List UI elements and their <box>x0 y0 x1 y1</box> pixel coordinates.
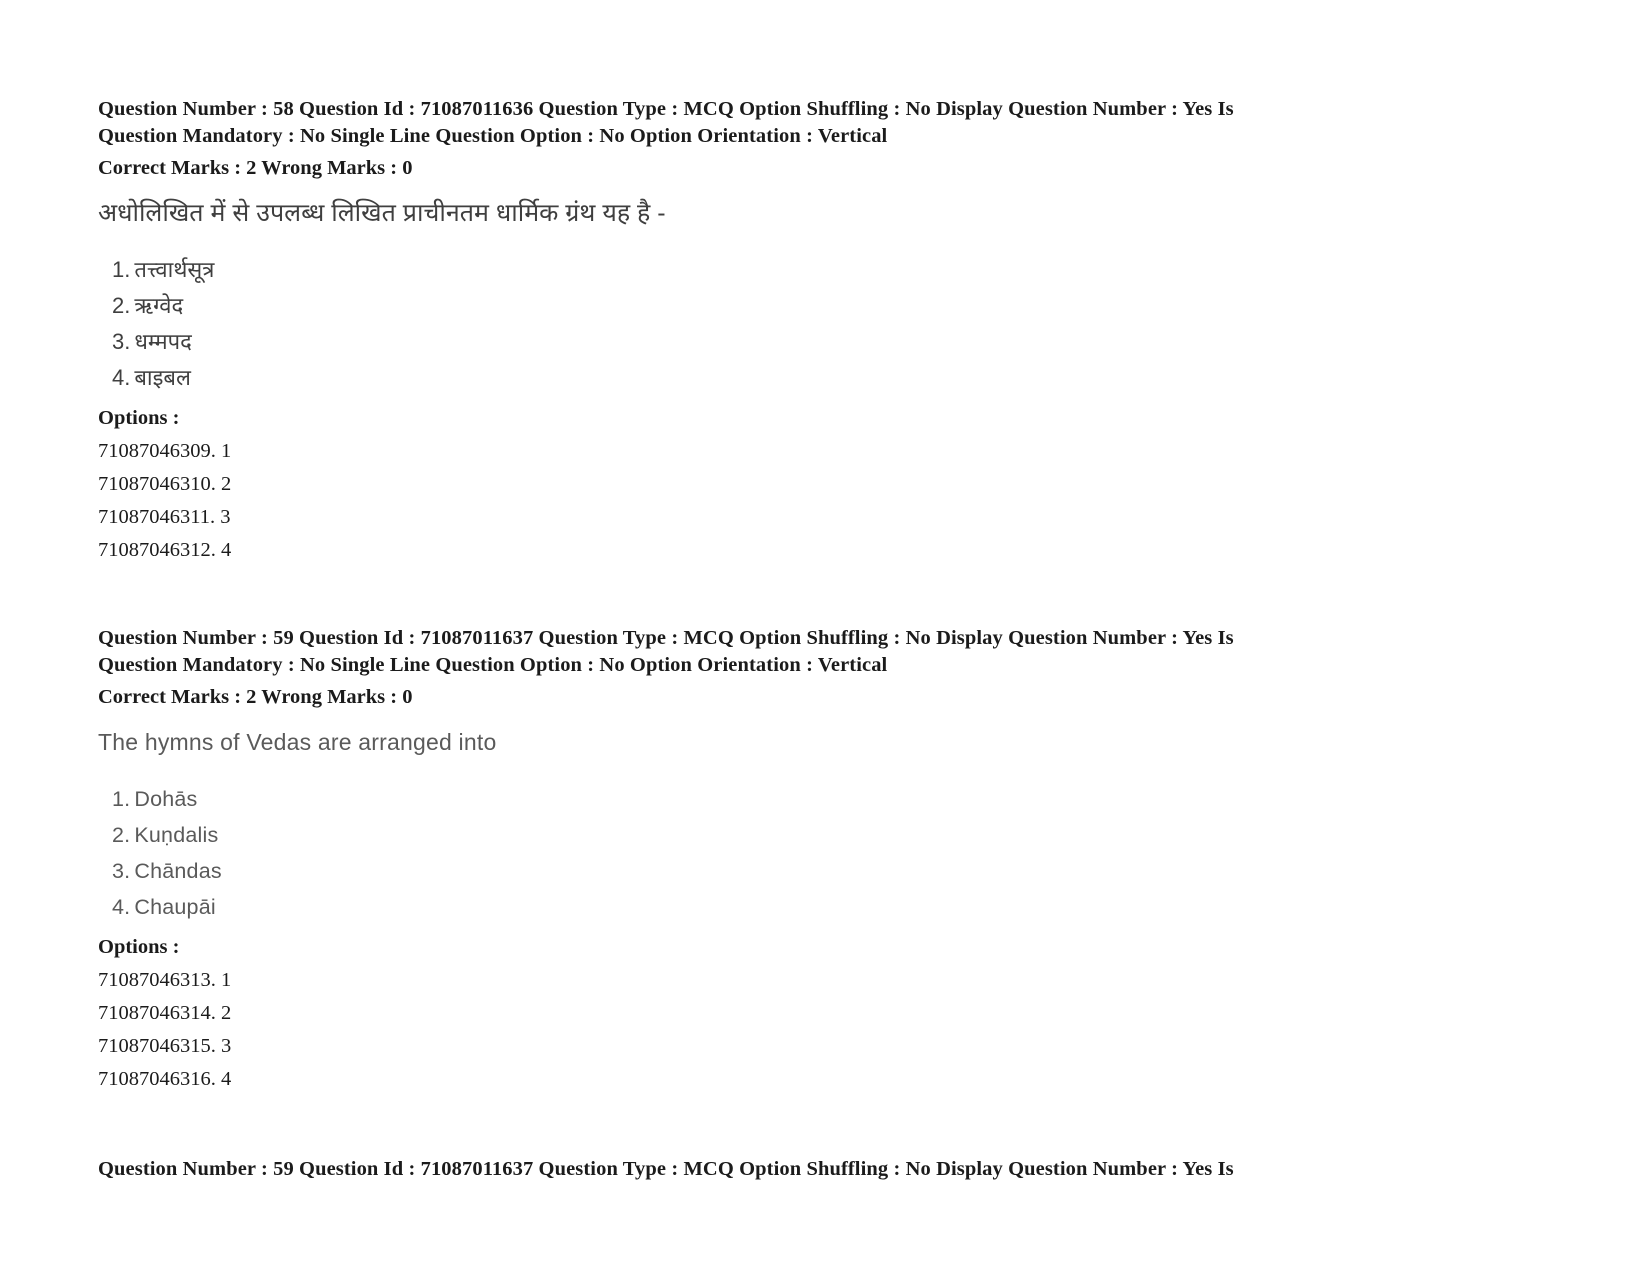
choice-list-59: 1. Dohās 2. Kuṇdalis 3. Chāndas 4. Chaupāi <box>98 781 1518 925</box>
question-metadata-59: Question Number : 59 Question Id : 71087… <box>98 625 1513 679</box>
choice-item: 1. तत्त्वार्थसूत्र <box>112 252 1518 288</box>
choice-number: 1. <box>112 787 131 811</box>
option-id-row: 71087046312. 4 <box>98 539 232 561</box>
choice-item: 4. बाइबल <box>112 360 1518 396</box>
choice-list-58: 1. तत्त्वार्थसूत्र 2. ऋग्वेद 3. धम्मपद 4. बा… <box>98 252 1518 396</box>
question-stem-59: The hymns of Vedas are arranged into <box>98 729 497 755</box>
choice-text: Chāndas <box>134 859 222 883</box>
option-id-row: 71087046310. 2 <box>98 473 232 495</box>
option-id-row: 71087046311. 3 <box>98 506 231 528</box>
marks-line-59: Correct Marks : 2 Wrong Marks : 0 <box>98 686 413 708</box>
marks-line-58: Correct Marks : 2 Wrong Marks : 0 <box>98 157 413 179</box>
choice-text: Dohās <box>134 787 198 811</box>
options-label-59: Options : <box>98 936 180 958</box>
choice-number: 1. <box>112 257 131 282</box>
choice-number: 3. <box>112 329 131 354</box>
metadata-line-2: Question Mandatory : No Single Line Ques… <box>98 654 888 676</box>
choice-text: Kuṇdalis <box>134 823 219 847</box>
metadata-line-1: Question Number : 58 Question Id : 71087… <box>98 98 1234 120</box>
document-content: Question Number : 58 Question Id : 71087… <box>98 96 1518 1183</box>
choice-number: 4. <box>112 365 131 390</box>
option-id-row: 71087046314. 2 <box>98 1002 232 1024</box>
option-id-row: 71087046309. 1 <box>98 440 232 462</box>
choice-item: 1. Dohās <box>112 781 1518 817</box>
document-page: Question Number : 58 Question Id : 71087… <box>0 0 1650 1275</box>
choice-number: 3. <box>112 859 131 883</box>
metadata-line-1: Question Number : 59 Question Id : 71087… <box>98 1158 1234 1180</box>
choice-text: बाइबल <box>134 365 191 390</box>
option-id-row: 71087046313. 1 <box>98 969 232 991</box>
option-id-row: 71087046316. 4 <box>98 1068 232 1090</box>
choice-text: तत्त्वार्थसूत्र <box>134 257 215 282</box>
choice-item: 3. धम्मपद <box>112 324 1518 360</box>
choice-item: 2. ऋग्वेद <box>112 288 1518 324</box>
choice-text: Chaupāi <box>134 895 216 919</box>
choice-number: 4. <box>112 895 131 919</box>
choice-text: धम्मपद <box>134 329 192 354</box>
choice-item: 3. Chāndas <box>112 853 1518 889</box>
metadata-line-2: Question Mandatory : No Single Line Ques… <box>98 125 888 147</box>
question-block-59: Question Number : 59 Question Id : 71087… <box>98 625 1518 1096</box>
question-stem-58: अधोलिखित में से उपलब्ध लिखित प्राचीनतम ध… <box>98 199 666 227</box>
question-block-58: Question Number : 58 Question Id : 71087… <box>98 96 1518 567</box>
choice-text: ऋग्वेद <box>134 293 184 318</box>
options-label-58: Options : <box>98 407 180 429</box>
metadata-line-1: Question Number : 59 Question Id : 71087… <box>98 627 1234 649</box>
question-metadata-58: Question Number : 58 Question Id : 71087… <box>98 96 1513 150</box>
trailing-metadata: Question Number : 59 Question Id : 71087… <box>98 1156 1513 1183</box>
option-id-row: 71087046315. 3 <box>98 1035 232 1057</box>
choice-item: 2. Kuṇdalis <box>112 817 1518 853</box>
choice-number: 2. <box>112 293 131 318</box>
choice-item: 4. Chaupāi <box>112 889 1518 925</box>
choice-number: 2. <box>112 823 131 847</box>
